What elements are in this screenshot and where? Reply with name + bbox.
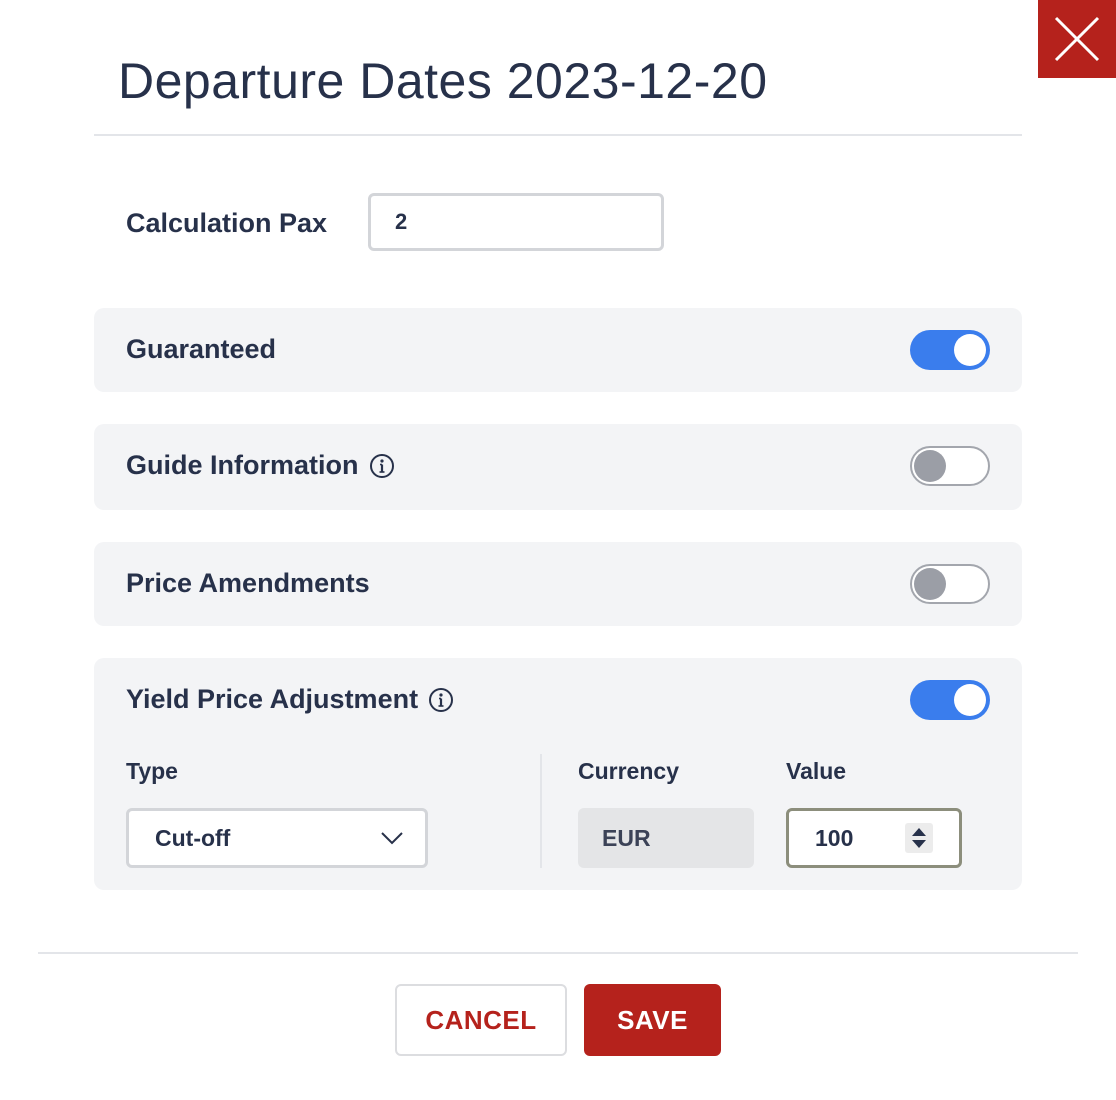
column-divider <box>540 754 542 868</box>
info-icon[interactable] <box>428 687 454 713</box>
price-amendments-label: Price Amendments <box>126 568 370 598</box>
price-amendments-toggle[interactable] <box>910 564 990 604</box>
calculation-pax-label: Calculation Pax <box>126 208 328 238</box>
yield-price-adjustment-card: Yield Price Adjustment Type Cut-off Curr… <box>94 658 1022 890</box>
currency-label: Currency <box>578 758 679 784</box>
guide-information-label: Guide Information <box>126 450 395 481</box>
close-button[interactable] <box>1038 0 1116 78</box>
currency-value: EUR <box>602 824 651 851</box>
type-label: Type <box>126 758 178 784</box>
toggle-knob <box>914 450 946 482</box>
toggle-knob <box>954 334 986 366</box>
type-select-value: Cut-off <box>155 824 231 851</box>
guide-information-toggle[interactable] <box>910 446 990 486</box>
guaranteed-card: Guaranteed <box>94 308 1022 392</box>
footer-divider <box>38 952 1078 954</box>
yield-price-adjustment-toggle[interactable] <box>910 680 990 720</box>
close-icon <box>1054 16 1100 62</box>
info-icon[interactable] <box>369 453 395 479</box>
value-input[interactable]: 100 <box>786 808 962 868</box>
number-spinner[interactable] <box>905 823 933 853</box>
guaranteed-label: Guaranteed <box>126 334 277 364</box>
spinner-up-icon[interactable] <box>912 828 926 836</box>
value-label: Value <box>786 758 847 784</box>
guide-information-card: Guide Information <box>94 424 1022 510</box>
dialog-title: Departure Dates 2023-12-20 <box>118 53 768 109</box>
value-input-text: 100 <box>815 824 854 851</box>
title-divider <box>94 134 1022 136</box>
toggle-knob <box>954 684 986 716</box>
save-button[interactable]: SAVE <box>584 984 721 1056</box>
chevron-down-icon <box>381 832 403 845</box>
toggle-knob <box>914 568 946 600</box>
guaranteed-toggle[interactable] <box>910 330 990 370</box>
type-select[interactable]: Cut-off <box>126 808 428 868</box>
spinner-down-icon[interactable] <box>912 840 926 848</box>
currency-field: EUR <box>578 808 754 868</box>
price-amendments-card: Price Amendments <box>94 542 1022 626</box>
cancel-button[interactable]: CANCEL <box>395 984 567 1056</box>
calculation-pax-input[interactable] <box>368 193 664 251</box>
yield-price-adjustment-label: Yield Price Adjustment <box>126 684 454 715</box>
